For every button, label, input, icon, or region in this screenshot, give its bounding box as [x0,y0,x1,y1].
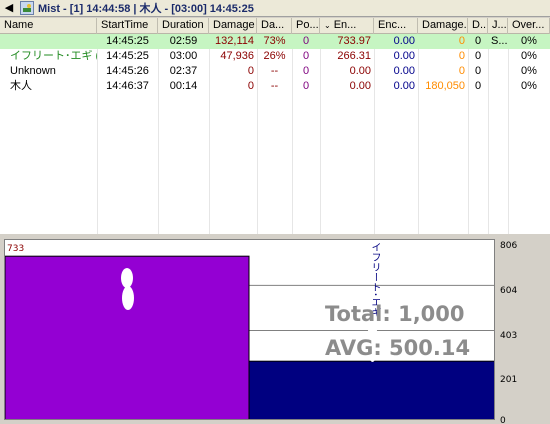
column-header[interactable]: Enc... [374,18,418,34]
column-header-label: Damage [213,19,255,31]
cell-over: 0% [521,35,537,47]
cell-enc-dps: 266.31 [337,50,371,62]
avg-text: AVG: 500.14 [325,336,471,360]
y-tick-604: 604 [500,286,518,296]
column-header-label: En... [333,19,357,31]
redaction-blob [122,286,134,310]
cell-name: Unknown [10,65,56,77]
cell-damage: 47,936 [220,50,254,62]
sort-descending-icon: ⌄ [324,21,331,30]
cell-enc-dps: 0.00 [349,65,371,77]
column-header[interactable]: Duration [158,18,209,34]
window-title: Mist - [1] 14:44:58 | 木人 - [03:00] 14:45… [38,3,254,15]
cell-name: イフリート･エギ (... [10,50,97,62]
cell-over: 0% [521,80,537,92]
table-row[interactable]: イフリート･エギ (... 14:45:25 03:00 47,936 26% 0 266.… [0,49,550,64]
y-tick-0: 0 [500,416,506,424]
graph-plot-area: 733266 イフリート･エギ Total: 1,000 AVG: 500.14 [4,239,495,420]
cell-d: 0 [474,35,482,47]
window-titlebar: ◀ Mist - [1] 14:44:58 | 木人 - [03:00] 14:… [0,0,550,17]
bar-1 [248,360,494,419]
cell-d: 0 [474,50,482,62]
cell-j [488,64,508,79]
cell-po: 0 [302,50,310,62]
bar-chart-svg: 733 266 [5,244,494,420]
cell-j [488,79,508,94]
column-header-label: Po... [296,19,319,31]
cell-enc-dps: 0.00 [349,80,371,92]
cell-duration: 03:00 [169,50,198,62]
picture-icon [20,1,34,15]
cell-enc-dps: 733.97 [337,35,371,47]
cell-enc2: 0.00 [393,80,415,92]
cell-enc2: 0.00 [393,65,415,77]
cell-name [0,34,97,49]
column-header-label: Duration [162,19,204,31]
cell-enc2: 0.00 [393,35,415,47]
total-text: Total: 1,000 [325,302,465,326]
column-header[interactable]: Over... [508,18,550,34]
cell-dmg-pct: -- [270,80,279,92]
cell-over: 0% [521,50,537,62]
cell-damage-taken: 0 [458,50,465,62]
column-header-label: Da... [261,19,285,31]
table-header: Name StartTime Duration Damage Da... Po... ⌄ En… [0,18,550,34]
cell-name: 木人 [10,80,32,92]
cell-damage-taken: 0 [458,65,465,77]
cell-duration: 02:37 [169,65,198,77]
column-header-label: StartTime [101,19,149,31]
cell-duration: 02:59 [169,35,198,47]
dps-graph: 733266 イフリート･エギ Total: 1,000 AVG: 500.14… [0,235,550,424]
column-header[interactable]: Po... [292,18,320,34]
cell-dmg-pct: 73% [263,35,286,47]
column-header[interactable]: Damage... [418,18,468,34]
cell-enc2: 0.00 [393,50,415,62]
redaction-blob [121,268,133,288]
column-header-label: Name [4,19,34,31]
table-grid: Name StartTime Duration Damage Da... Po... ⌄ En… [0,18,550,234]
column-header-label: Damage... [422,19,468,31]
cell-damage-taken: 180,050 [425,80,465,92]
bar-value-label: 733 [7,244,24,254]
back-arrow-icon[interactable]: ◀ [2,1,16,15]
cell-damage: 0 [247,65,254,77]
cell-damage: 132,114 [215,35,254,47]
cell-po: 0 [302,65,310,77]
column-header[interactable]: D... [468,18,488,34]
column-header[interactable]: J... [488,18,508,34]
y-tick-403: 403 [500,331,518,341]
column-header-label: Enc... [378,19,407,31]
column-header[interactable]: Damage [209,18,257,34]
column-header[interactable]: StartTime [97,18,158,34]
y-tick-201: 201 [500,375,518,385]
cell-dmg-pct: 26% [263,50,286,62]
column-header[interactable]: Da... [257,18,292,34]
cell-j: S... [491,35,508,47]
cell-damage: 0 [247,80,254,92]
cell-duration: 00:14 [169,80,198,92]
table-row[interactable]: 14:45:25 02:59 132,114 73% 0 733.97 0.00 0 0 S...… [0,34,550,49]
column-header-label: Over... [512,19,545,31]
cell-po: 0 [302,80,310,92]
cell-start: 14:46:37 [106,80,149,92]
cell-d: 0 [474,65,482,77]
cell-dmg-pct: -- [270,65,279,77]
encounter-table[interactable]: Name StartTime Duration Damage Da... Po... ⌄ En… [0,18,550,234]
table-row[interactable]: Unknown 14:45:26 02:37 0 -- 0 0.00 0.00 0 0 0% [0,64,550,79]
cell-start: 14:45:25 [106,50,149,62]
column-header-label: D... [472,19,488,31]
cell-start: 14:45:25 [106,35,149,47]
column-header-label: J... [492,19,507,31]
cell-start: 14:45:26 [106,65,149,77]
cell-over: 0% [521,65,537,77]
table-row[interactable]: 木人 14:46:37 00:14 0 -- 0 0.00 0.00 180,050 0 0% [0,79,550,94]
bar-value-label: 266 [250,418,267,420]
column-header[interactable]: ⌄ En... [320,18,374,34]
cell-damage-taken: 0 [458,35,465,47]
cell-j [488,49,508,64]
column-header[interactable]: Name [0,18,97,34]
cell-d: 0 [474,80,482,92]
y-tick-806: 806 [500,241,518,251]
cell-po: 0 [302,35,310,47]
